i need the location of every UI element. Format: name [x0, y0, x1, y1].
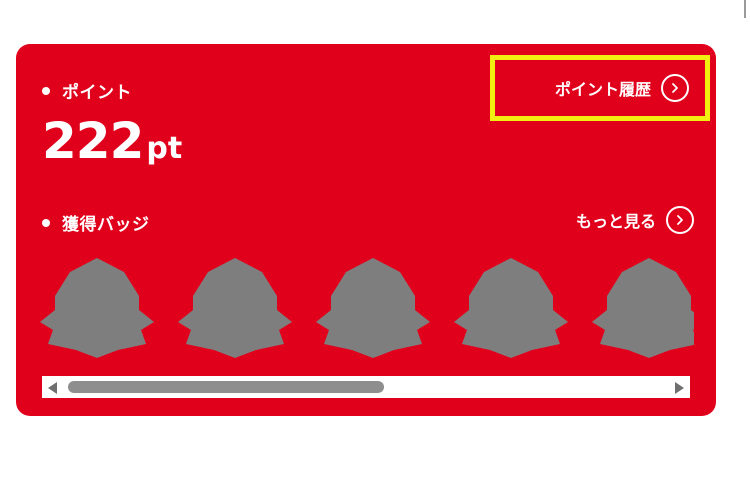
chevron-right-icon	[677, 215, 683, 225]
points-header: ポイント	[42, 78, 132, 103]
point-history-link[interactable]: ポイント履歴	[490, 55, 710, 121]
points-balance: 222 pt	[42, 116, 182, 166]
points-label: ポイント	[62, 83, 132, 103]
chevron-right-circle-icon	[666, 206, 694, 234]
points-card: ポイント ポイント履歴 222 pt 獲得バッジ もっと見る	[16, 44, 716, 416]
chevron-right-icon	[672, 83, 678, 93]
chevron-right-circle-icon	[661, 74, 689, 102]
point-history-label: ポイント履歴	[554, 80, 651, 99]
badge-placeholder-icon[interactable]	[176, 252, 294, 360]
see-more-label: もっと見る	[575, 212, 656, 231]
see-more-badges-link[interactable]: もっと見る	[576, 206, 694, 234]
bullet-dot-icon	[42, 86, 50, 95]
bullet-dot-icon	[42, 218, 50, 227]
badge-placeholder-icon[interactable]	[38, 252, 156, 360]
badge-carousel[interactable]	[38, 252, 694, 364]
badge-placeholder-icon[interactable]	[590, 252, 694, 360]
badges-header: 獲得バッジ	[42, 210, 150, 235]
badge-placeholder-icon[interactable]	[314, 252, 432, 360]
scroll-left-arrow-icon[interactable]	[48, 382, 57, 394]
points-number: 222	[42, 112, 144, 170]
badge-placeholder-icon[interactable]	[452, 252, 570, 360]
badge-scrollbar[interactable]	[42, 376, 690, 398]
scroll-thumb[interactable]	[68, 381, 384, 393]
window-edge-divider	[744, 0, 746, 18]
badges-label: 獲得バッジ	[62, 215, 150, 235]
points-unit: pt	[146, 131, 183, 166]
scroll-track[interactable]	[62, 381, 670, 393]
scroll-right-arrow-icon[interactable]	[675, 382, 684, 394]
